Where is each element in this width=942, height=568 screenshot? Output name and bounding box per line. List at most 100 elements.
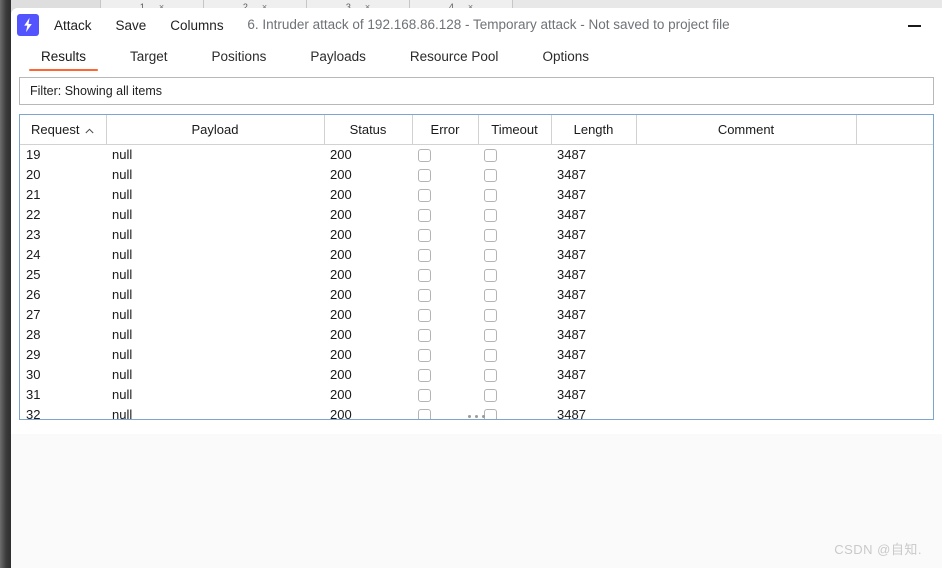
checkbox-icon[interactable] bbox=[484, 248, 497, 262]
checkbox-icon[interactable] bbox=[484, 168, 497, 182]
menu-save[interactable]: Save bbox=[107, 15, 156, 36]
checkbox-icon[interactable] bbox=[484, 408, 497, 419]
cell-payload: null bbox=[112, 186, 133, 202]
cell-payload: null bbox=[112, 326, 133, 342]
table-row[interactable]: 31 null 200 3487 bbox=[20, 384, 933, 404]
cell-timeout[interactable] bbox=[478, 244, 551, 264]
column-header-spare[interactable] bbox=[856, 115, 933, 145]
table-row[interactable]: 28 null 200 3487 bbox=[20, 324, 933, 344]
column-header-comment[interactable]: Comment bbox=[636, 115, 857, 145]
filter-bar[interactable]: Filter: Showing all items bbox=[19, 77, 934, 105]
table-row[interactable]: 29 null 200 3487 bbox=[20, 344, 933, 364]
cell-error[interactable] bbox=[412, 324, 478, 344]
cell-length: 3487 bbox=[557, 346, 586, 362]
cell-timeout[interactable] bbox=[478, 324, 551, 344]
checkbox-icon[interactable] bbox=[418, 208, 431, 222]
table-row[interactable]: 22 null 200 3487 bbox=[20, 204, 933, 224]
checkbox-icon[interactable] bbox=[418, 328, 431, 342]
results-table-container[interactable]: Request Payload Status Error Timeout Len… bbox=[19, 114, 934, 420]
checkbox-icon[interactable] bbox=[484, 348, 497, 362]
checkbox-icon[interactable] bbox=[484, 308, 497, 322]
checkbox-icon[interactable] bbox=[418, 368, 431, 382]
cell-timeout[interactable] bbox=[478, 404, 551, 419]
checkbox-icon[interactable] bbox=[484, 288, 497, 302]
cell-payload: null bbox=[112, 406, 133, 420]
cell-length: 3487 bbox=[557, 246, 586, 262]
checkbox-icon[interactable] bbox=[484, 268, 497, 282]
cell-error[interactable] bbox=[412, 144, 478, 164]
cell-payload: null bbox=[112, 246, 133, 262]
cell-error[interactable] bbox=[412, 284, 478, 304]
cell-timeout[interactable] bbox=[478, 384, 551, 404]
cell-spare bbox=[856, 284, 933, 304]
tab-resource-pool[interactable]: Resource Pool bbox=[388, 49, 521, 71]
cell-error[interactable] bbox=[412, 204, 478, 224]
table-row[interactable]: 21 null 200 3487 bbox=[20, 184, 933, 204]
checkbox-icon[interactable] bbox=[484, 368, 497, 382]
cell-error[interactable] bbox=[412, 224, 478, 244]
tab-target[interactable]: Target bbox=[108, 49, 190, 71]
checkbox-icon[interactable] bbox=[484, 148, 497, 162]
checkbox-icon[interactable] bbox=[418, 268, 431, 282]
column-header-timeout[interactable]: Timeout bbox=[478, 115, 552, 145]
menu-columns[interactable]: Columns bbox=[161, 15, 232, 36]
table-row[interactable]: 25 null 200 3487 bbox=[20, 264, 933, 284]
cell-timeout[interactable] bbox=[478, 364, 551, 384]
cell-error[interactable] bbox=[412, 404, 478, 419]
checkbox-icon[interactable] bbox=[484, 328, 497, 342]
cell-error[interactable] bbox=[412, 244, 478, 264]
table-row[interactable]: 24 null 200 3487 bbox=[20, 244, 933, 264]
checkbox-icon[interactable] bbox=[418, 228, 431, 242]
tab-positions[interactable]: Positions bbox=[190, 49, 289, 71]
minimize-button[interactable] bbox=[900, 17, 928, 35]
table-row[interactable]: 20 null 200 3487 bbox=[20, 164, 933, 184]
tab-results[interactable]: Results bbox=[19, 49, 108, 71]
cell-timeout[interactable] bbox=[478, 224, 551, 244]
table-row[interactable]: 19 null 200 3487 bbox=[20, 144, 933, 164]
checkbox-icon[interactable] bbox=[418, 148, 431, 162]
table-row[interactable]: 30 null 200 3487 bbox=[20, 364, 933, 384]
tab-payloads[interactable]: Payloads bbox=[288, 49, 388, 71]
cell-timeout[interactable] bbox=[478, 344, 551, 364]
checkbox-icon[interactable] bbox=[418, 168, 431, 182]
tab-options[interactable]: Options bbox=[520, 49, 611, 71]
cell-error[interactable] bbox=[412, 364, 478, 384]
cell-timeout[interactable] bbox=[478, 164, 551, 184]
cell-error[interactable] bbox=[412, 164, 478, 184]
checkbox-icon[interactable] bbox=[418, 348, 431, 362]
checkbox-icon[interactable] bbox=[484, 228, 497, 242]
cell-comment bbox=[636, 404, 856, 419]
table-row[interactable]: 32 null 200 3487 bbox=[20, 404, 933, 420]
cell-error[interactable] bbox=[412, 184, 478, 204]
cell-timeout[interactable] bbox=[478, 184, 551, 204]
checkbox-icon[interactable] bbox=[418, 188, 431, 202]
checkbox-icon[interactable] bbox=[418, 388, 431, 402]
menu-attack[interactable]: Attack bbox=[45, 15, 101, 36]
cell-payload: null bbox=[112, 286, 133, 302]
checkbox-icon[interactable] bbox=[484, 208, 497, 222]
cell-error[interactable] bbox=[412, 384, 478, 404]
table-row[interactable]: 23 null 200 3487 bbox=[20, 224, 933, 244]
checkbox-icon[interactable] bbox=[418, 408, 431, 419]
cell-timeout[interactable] bbox=[478, 204, 551, 224]
cell-timeout[interactable] bbox=[478, 284, 551, 304]
cell-timeout[interactable] bbox=[478, 304, 551, 324]
cell-timeout[interactable] bbox=[478, 264, 551, 284]
cell-error[interactable] bbox=[412, 304, 478, 324]
column-header-status[interactable]: Status bbox=[324, 115, 413, 145]
checkbox-icon[interactable] bbox=[484, 388, 497, 402]
column-header-request[interactable]: Request bbox=[20, 115, 107, 145]
cell-timeout[interactable] bbox=[478, 144, 551, 164]
checkbox-icon[interactable] bbox=[484, 188, 497, 202]
table-row[interactable]: 27 null 200 3487 bbox=[20, 304, 933, 324]
column-header-error[interactable]: Error bbox=[412, 115, 479, 145]
checkbox-icon[interactable] bbox=[418, 248, 431, 262]
checkbox-icon[interactable] bbox=[418, 308, 431, 322]
cell-spare bbox=[856, 384, 933, 404]
column-header-payload[interactable]: Payload bbox=[106, 115, 325, 145]
cell-error[interactable] bbox=[412, 344, 478, 364]
cell-error[interactable] bbox=[412, 264, 478, 284]
checkbox-icon[interactable] bbox=[418, 288, 431, 302]
column-header-length[interactable]: Length bbox=[551, 115, 637, 145]
table-row[interactable]: 26 null 200 3487 bbox=[20, 284, 933, 304]
